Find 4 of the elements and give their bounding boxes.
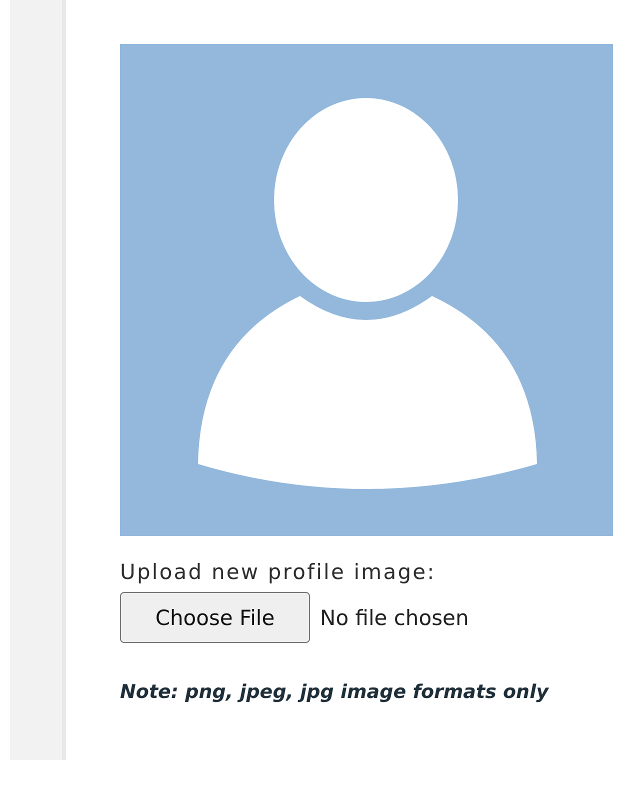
upload-label: Upload new profile image: — [120, 560, 437, 584]
choose-file-button[interactable]: Choose File — [120, 592, 310, 643]
file-status: No file chosen — [320, 606, 469, 630]
format-note: Note: png, jpeg, jpg image formats only — [120, 680, 550, 705]
